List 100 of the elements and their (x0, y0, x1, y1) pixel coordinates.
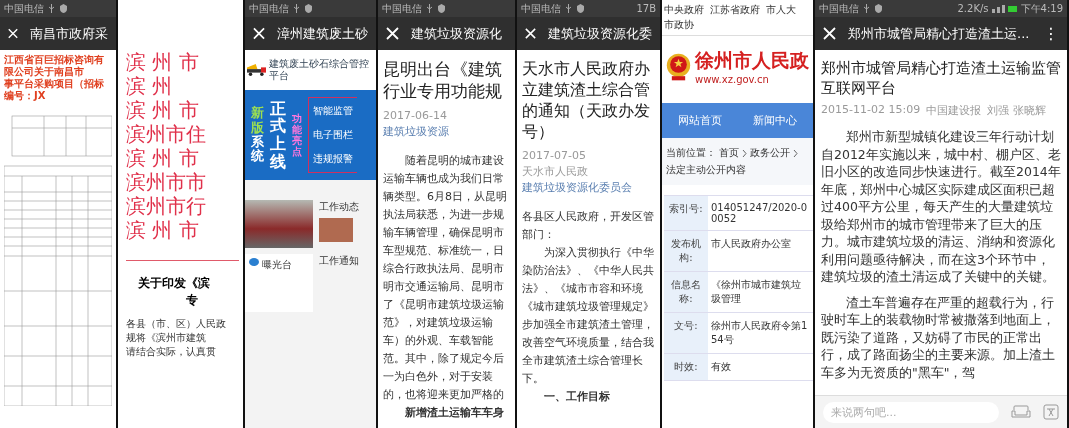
shield-icon (59, 4, 68, 13)
network-speed: 2.2K/s (957, 3, 989, 14)
table-cell-text: 市人民政府办公室 (710, 237, 792, 251)
feature-label: 电子围栏 (313, 128, 353, 142)
table-cell-text: 有效 (710, 360, 732, 374)
body-text: 执法局获悉，为进一步规 (383, 207, 505, 223)
dump-truck-icon (247, 63, 267, 77)
shield-icon (437, 4, 446, 13)
nav-link[interactable]: 新闻中心 (753, 113, 798, 128)
more-menu-button[interactable]: ⋮ (1043, 24, 1059, 43)
body-text: 下。 (522, 371, 545, 387)
source-name: 中国建设报 (926, 103, 982, 118)
body-paragraph: 郑州市新型城镇化建设三年行动计划自2012年实施以来，城中村、棚户区、老旧小区的改造同步快速进行。截至2014年年底，郑州中心城区实际建成区面积已超过400平方公里，每天产生的大量建筑垃圾给郑州市的城市管理带来了巨大的压力。城市建筑垃圾的清运、消纳和资源化利用问题亟待解决，而在这3个环节中，建筑垃圾的渣土清运成了关键中的关键。 (821, 128, 1061, 286)
top-link[interactable]: 市政协 (664, 18, 694, 32)
banner-text: 新版 (251, 106, 264, 135)
body-text: 法》、《城市市容和环境 (522, 281, 644, 297)
carrier-name: 中国电信 (819, 1, 859, 16)
notice-title: 关于印发《滨 (138, 275, 211, 292)
page-title: 漳州建筑废土砂 (277, 24, 368, 43)
body-text: 输车辆管理，确保昆明市 (383, 225, 505, 241)
close-icon[interactable] (525, 27, 536, 40)
publish-date: 2015-11-02 15:09 (821, 103, 921, 118)
carrier-name: 中国电信 (382, 1, 422, 16)
page-title: 郑州市城管局精心打造渣土运... (848, 24, 1031, 43)
section-title[interactable]: 工作通知 (319, 254, 376, 268)
body-text: 改善空气环境质量，结合我 (522, 335, 655, 351)
issuer-name: 滨州市行 (126, 194, 207, 218)
close-icon[interactable] (386, 27, 399, 40)
section-title[interactable]: 工作动态 (319, 200, 376, 214)
body-text: 全市建筑渣土综合管理长 (522, 353, 644, 369)
table-cell: 信息名称: (664, 272, 708, 312)
table-cell-text: 《徐州市城市建筑垃圾管理 (710, 278, 802, 306)
body-text: 了《昆明市建筑垃圾运输 (383, 297, 505, 313)
body-paragraph: 渣土车普遍存在严重的超载行为，行驶时车上的装载物时常被撒落到地面上，既污染了道路，又妨碍了市民的正常出行，成了路面扬尘的主要来源。加上渣土车多为无资质的"黑车"，驾 (821, 293, 1056, 381)
notice-title: 专 (186, 292, 199, 309)
issuer-name: 滨州市住 (126, 122, 207, 146)
publish-date: 2017-06-14 (383, 108, 447, 124)
author-name: 刘强 张晓辉 (987, 103, 1046, 118)
document-heading: 事平台采购项目（招标编号：JX (4, 78, 105, 102)
top-link[interactable]: 市人大 (766, 3, 796, 17)
banner-text: 系统 (251, 135, 264, 164)
body-text: 车型规范、标准统一，日 (383, 243, 505, 259)
photo-placeholder (319, 218, 353, 242)
source-link[interactable]: 建筑垃圾资源 (383, 124, 449, 140)
feature-label: 违规报警 (313, 152, 353, 166)
section-heading: 一、工作目标 (543, 389, 611, 405)
body-text: 车）的外观、车载智能 (383, 333, 494, 349)
table-cell: 索引号: (664, 196, 708, 230)
body-text: 染防治法》、《中华人民共 (522, 263, 655, 279)
carrier-name: 中国电信 (249, 1, 289, 16)
platform-name: 建筑废土砂石综合管控平台 (269, 58, 371, 82)
body-text: 运输车辆也成为我们日常 (383, 171, 505, 187)
top-link[interactable]: 中央政府 (664, 3, 704, 17)
issuer-name: 滨 州 市 (126, 146, 200, 170)
page-title: 建筑垃圾资源化 (411, 24, 503, 43)
usb-icon (425, 4, 434, 13)
body-text: 范》，对建筑垃圾运输 (383, 315, 494, 331)
body-text: 综合行政执法局、昆明市 (383, 261, 505, 277)
chevron-icon (742, 149, 747, 157)
body-text: 《城市建筑垃圾管理规定》 (522, 299, 655, 315)
source-link[interactable]: 建筑垃圾资源化委员会 (522, 180, 632, 196)
table-cell-text: 014051247/2020-00052 (710, 201, 809, 226)
body-text: 辆类型。6月8日，从昆明 (383, 189, 508, 205)
table-cell: 文号: (664, 313, 708, 353)
article-headline: 立建筑渣土综合管 (522, 79, 651, 100)
page-title: 南昌市政府采 (30, 24, 108, 43)
table-cell-text: 徐州市人民政府令第154号 (710, 319, 809, 347)
page-title: 建筑垃圾资源化委 (548, 24, 652, 43)
body-text: 随着昆明的城市建设 (404, 153, 505, 169)
chevron-icon (793, 149, 798, 157)
usb-icon (862, 4, 871, 13)
close-icon[interactable] (253, 27, 265, 40)
section-heading: 新增渣土运输车车身 (404, 405, 505, 421)
notice-text: 各县（市、区）人民政 (126, 317, 227, 331)
site-name: 徐州市人民政 (695, 48, 809, 73)
usb-icon (564, 4, 573, 13)
top-link[interactable]: 江苏省政府 (710, 3, 760, 17)
notice-text: 请结合实际，认真贯 (126, 345, 217, 359)
body-text: 范。其中，除了规定今后 (383, 351, 505, 367)
article-headline: 的通知（天政办发 (522, 100, 651, 121)
nav-link[interactable]: 网站首页 (677, 113, 722, 128)
close-icon[interactable] (8, 27, 18, 40)
usb-icon (292, 4, 301, 13)
photo-placeholder (245, 200, 313, 248)
close-icon[interactable] (823, 27, 836, 40)
publish-date: 2017-07-05 (522, 148, 586, 164)
breadcrumb-link[interactable]: 政务公开 (750, 146, 790, 160)
shield-icon (304, 4, 313, 13)
section-title[interactable]: 曝光台 (262, 258, 292, 272)
breadcrumb-link[interactable]: 法定主动公开内容 (666, 163, 746, 177)
carrier-name: 中国电信 (4, 1, 44, 16)
breadcrumb-link[interactable]: 首页 (719, 146, 739, 160)
issuer-name: 滨 州 (126, 74, 174, 98)
issuer-name: 滨州市市 (126, 170, 207, 194)
article-headline: 号） (522, 121, 555, 142)
table-cell: 时效: (664, 354, 708, 380)
article-headline: 昆明出台《建筑 (383, 58, 503, 80)
usb-icon (47, 4, 56, 13)
banner-text: 正式上线 (270, 99, 286, 171)
body-text: 一为白色外，对于安装 (383, 369, 494, 385)
